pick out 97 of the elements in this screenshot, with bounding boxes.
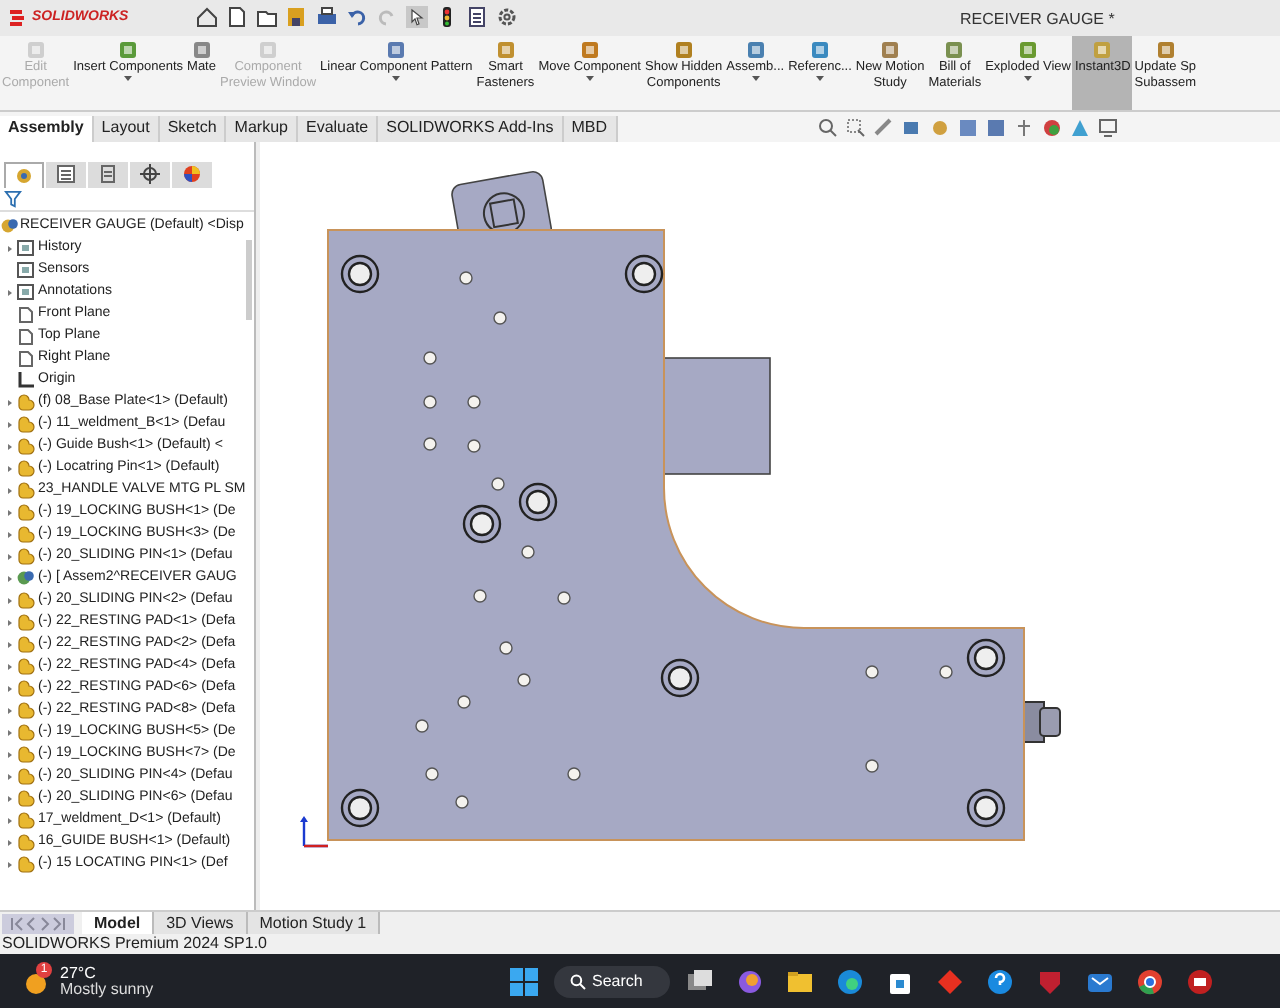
part-icon <box>16 392 36 413</box>
navigation-arrows-icon[interactable] <box>2 914 74 935</box>
dropdown-caret-icon[interactable] <box>815 75 824 82</box>
app-badge-icon[interactable] <box>1186 968 1214 997</box>
part-icon <box>16 436 36 457</box>
subassembly-icon <box>16 568 36 589</box>
panel-tab[interactable] <box>46 161 86 188</box>
zoom-icon[interactable] <box>817 117 837 138</box>
part-icon <box>16 678 36 699</box>
plane-icon <box>16 304 36 325</box>
part-icon <box>16 634 36 655</box>
taskbar-search[interactable]: Search <box>554 966 670 999</box>
part-icon <box>16 524 36 545</box>
ribbon-tab[interactable]: SOLIDWORKS Add-Ins <box>378 115 564 142</box>
dropdown-caret-icon[interactable] <box>585 75 594 82</box>
weather-text: Mostly sunny <box>60 981 154 998</box>
appearance-icon[interactable] <box>1041 117 1061 138</box>
hide-show-icon[interactable] <box>1013 117 1033 138</box>
home-icon[interactable] <box>196 6 219 29</box>
property-list-icon <box>56 164 76 185</box>
assembly-icon <box>0 216 20 237</box>
part-icon <box>16 854 36 875</box>
part-icon <box>16 590 36 611</box>
panel-tab[interactable] <box>130 161 170 188</box>
part-icon <box>16 722 36 743</box>
part-icon <box>16 788 36 809</box>
part-icon <box>16 700 36 721</box>
file-properties-icon[interactable] <box>466 6 489 29</box>
view-orientation-icon[interactable] <box>957 117 977 138</box>
bottom-tab[interactable]: Model <box>82 912 155 935</box>
ribbon-tab[interactable]: Sketch <box>159 115 227 142</box>
open-folder-icon[interactable] <box>256 6 279 29</box>
folder-icon <box>16 282 36 303</box>
configuration-icon <box>98 164 118 185</box>
part-icon <box>16 832 36 853</box>
cad-model-drawing[interactable] <box>327 169 1061 841</box>
scene-icon[interactable] <box>1069 117 1089 138</box>
scrollbar[interactable] <box>246 239 252 320</box>
folder-icon <box>16 238 36 259</box>
filter-icon[interactable] <box>4 189 22 208</box>
panel-tab[interactable] <box>172 161 212 188</box>
feature-tree-icon <box>14 165 34 186</box>
part-icon <box>16 458 36 479</box>
monitor-icon[interactable] <box>1097 117 1117 138</box>
ribbon-tab[interactable]: Assembly <box>0 115 94 142</box>
part-icon <box>16 480 36 501</box>
zoom-area-icon[interactable] <box>845 117 865 138</box>
part-icon <box>16 502 36 523</box>
part-icon <box>16 656 36 677</box>
panel-tab[interactable] <box>4 161 44 188</box>
bottom-tab[interactable]: 3D Views <box>154 912 248 935</box>
part-icon <box>16 810 36 831</box>
temperature-text: 27°C <box>60 965 98 982</box>
tool-icon <box>1092 39 1113 60</box>
origin-icon <box>16 370 36 391</box>
shield-icon[interactable] <box>1036 968 1064 997</box>
dropdown-caret-icon[interactable] <box>392 75 401 82</box>
axis-triad-icon <box>300 815 330 847</box>
ribbon-tab[interactable]: Evaluate <box>297 115 379 142</box>
folder-icon <box>16 260 36 281</box>
plane-icon <box>16 326 36 347</box>
window-title: RECEIVER GAUGE * <box>960 8 1115 32</box>
logo-icon <box>8 7 28 28</box>
start-icon[interactable] <box>510 968 538 997</box>
undo-icon[interactable] <box>346 6 369 29</box>
plane-icon <box>16 348 36 369</box>
save-icon[interactable] <box>286 6 309 29</box>
ribbon-tab[interactable]: Markup <box>226 115 298 142</box>
section-view-icon[interactable] <box>901 117 921 138</box>
dropdown-caret-icon[interactable] <box>124 75 133 82</box>
search-icon <box>570 974 586 991</box>
print-icon[interactable] <box>316 6 339 29</box>
part-icon <box>16 744 36 765</box>
previous-view-icon[interactable] <box>873 117 893 138</box>
crosshair-icon <box>140 164 160 185</box>
help-icon[interactable] <box>986 968 1014 997</box>
part-icon <box>16 612 36 633</box>
select-cursor-icon[interactable] <box>406 6 429 29</box>
new-document-icon[interactable] <box>226 6 249 29</box>
settings-icon[interactable] <box>496 6 519 29</box>
mail-icon[interactable] <box>1086 968 1114 997</box>
dropdown-caret-icon[interactable] <box>1024 75 1033 82</box>
bottom-tab[interactable]: Motion Study 1 <box>247 912 381 935</box>
part-icon <box>16 766 36 787</box>
folder-icon[interactable] <box>786 968 814 997</box>
ribbon-tab[interactable]: Layout <box>93 115 160 142</box>
part-icon <box>16 414 36 435</box>
dropdown-caret-icon[interactable] <box>751 75 760 82</box>
store-icon[interactable] <box>886 968 914 997</box>
status-text: SOLIDWORKS Premium 2024 SP1.0 <box>2 936 267 953</box>
display-pie-icon <box>182 164 202 185</box>
browser-icon[interactable] <box>836 968 864 997</box>
ribbon-tab[interactable]: MBD <box>563 115 617 142</box>
part-icon <box>16 546 36 567</box>
diamond-icon[interactable] <box>936 968 964 997</box>
panel-tab[interactable] <box>88 161 128 188</box>
display-style-icon[interactable] <box>985 117 1005 138</box>
